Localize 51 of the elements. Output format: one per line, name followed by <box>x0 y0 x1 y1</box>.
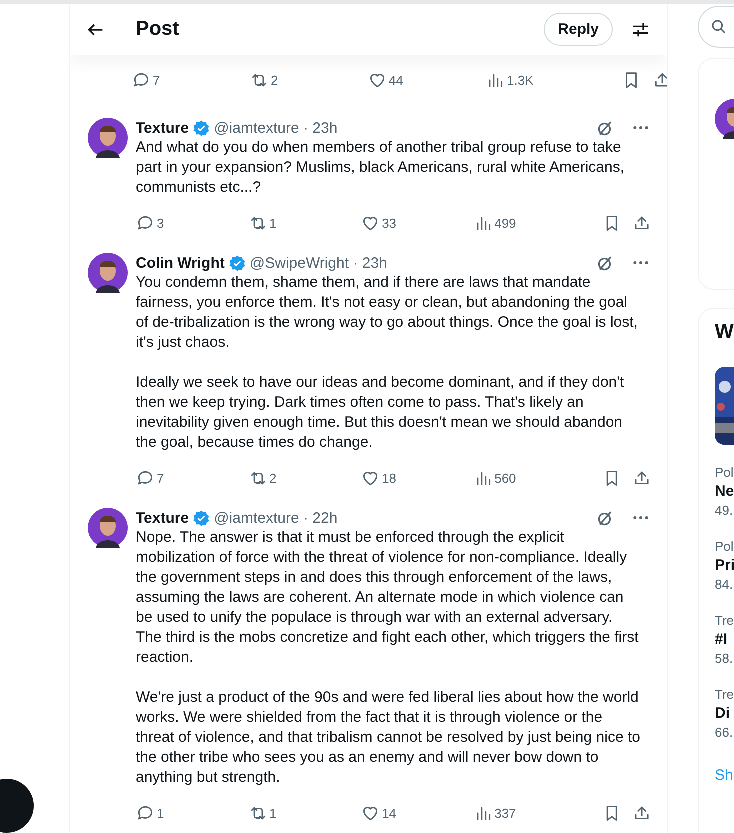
views-count: 1.3K <box>507 72 534 88</box>
like-count: 44 <box>389 72 404 88</box>
repost-count: 1 <box>270 806 277 820</box>
handle-and-time[interactable]: @SwipeWright · 23h <box>250 254 388 272</box>
reply-count: 7 <box>157 470 164 486</box>
views-count: 499 <box>494 216 516 230</box>
handle-and-time[interactable]: @iamtexture · 23h <box>214 120 338 136</box>
page-title: Post <box>136 18 180 41</box>
handle-and-time[interactable]: @iamtexture · 22h <box>214 510 338 526</box>
repost-count: 2 <box>270 470 277 486</box>
avatar[interactable] <box>88 508 128 548</box>
post-text: Nope. The answer is that it must be enforced through the explicit mobilization of force with the threat of violence for non-compliance. Ideally the government steps in and does this through enforcement of the laws, assuming the laws are coherent. An alternate mode in which violence can be used to unify the populace is through war with an external adversary. The third is the mobs concretize and fight each other, which triggers the first reaction. <box>136 528 640 668</box>
trend-title[interactable]: #I <box>715 629 734 651</box>
trend-title[interactable]: Pri <box>715 555 734 577</box>
trend-category: Pol <box>715 539 734 555</box>
repost-count: 1 <box>270 216 277 230</box>
search-icon <box>711 19 727 35</box>
trend-count: 58. <box>715 651 734 667</box>
trend-category: Pol <box>715 465 734 481</box>
reply-count: 3 <box>157 216 164 230</box>
post-text: We're just a product of the 90s and were fed liberal lies about how the world works. We were shielded from the fact that it is through violence or the threat of violence, and that tribalism cannot be resolved by just being nice to the other tribe who sees you as an enemy and will never bow down to anything but strength. <box>136 688 642 788</box>
post-text: Ideally we seek to have our ideas and become dominant, and if they don't then we keep trying. Dark times often come to pass. That's likely an inevitability given enough time. But this doesn't mean we should abandon the goal, because times do change. <box>136 373 626 453</box>
author-name[interactable]: Colin Wright <box>136 254 225 272</box>
post-text: And what do you do when members of another tribal group refuse to take part in your expansion? Muslims, black Americans, rural white Americans, communists etc...? <box>136 138 626 198</box>
trend-category: Tre <box>715 687 734 703</box>
trend-count: 84. <box>715 577 734 593</box>
reply-button[interactable]: Reply <box>544 13 613 46</box>
avatar[interactable] <box>88 118 128 158</box>
reply-icon[interactable] <box>136 214 155 232</box>
share-icon[interactable] <box>653 70 667 90</box>
reply-count: 7 <box>153 72 160 88</box>
like-count: 33 <box>382 216 397 230</box>
trend-title[interactable]: Di <box>715 703 734 725</box>
trend-category: Tre <box>715 613 734 629</box>
reply-icon[interactable] <box>136 468 155 488</box>
trend-title[interactable]: Ne <box>715 481 734 503</box>
views-count: 337 <box>494 806 516 820</box>
avatar[interactable] <box>88 253 128 293</box>
repost-count: 2 <box>271 72 278 88</box>
author-name[interactable]: Texture <box>136 510 190 526</box>
reply-icon[interactable] <box>136 804 155 822</box>
trend-count: 66. <box>715 725 734 741</box>
trends-title: W <box>715 321 734 345</box>
like-count: 14 <box>382 806 397 820</box>
trend-count: 49. <box>715 503 734 519</box>
post-text: You condemn them, shame them, and if there are laws that mandate fairness, you enforce them. It's not easy or clean, but abandoning the goal of de-tribalization is the wrong way to go about things. Once the goal is lost, it's just chaos. <box>136 273 639 353</box>
reply-count: 1 <box>157 806 164 820</box>
views-count: 560 <box>494 470 516 486</box>
like-count: 18 <box>382 470 397 486</box>
author-name[interactable]: Texture <box>136 120 190 136</box>
reply-icon[interactable] <box>132 70 151 90</box>
